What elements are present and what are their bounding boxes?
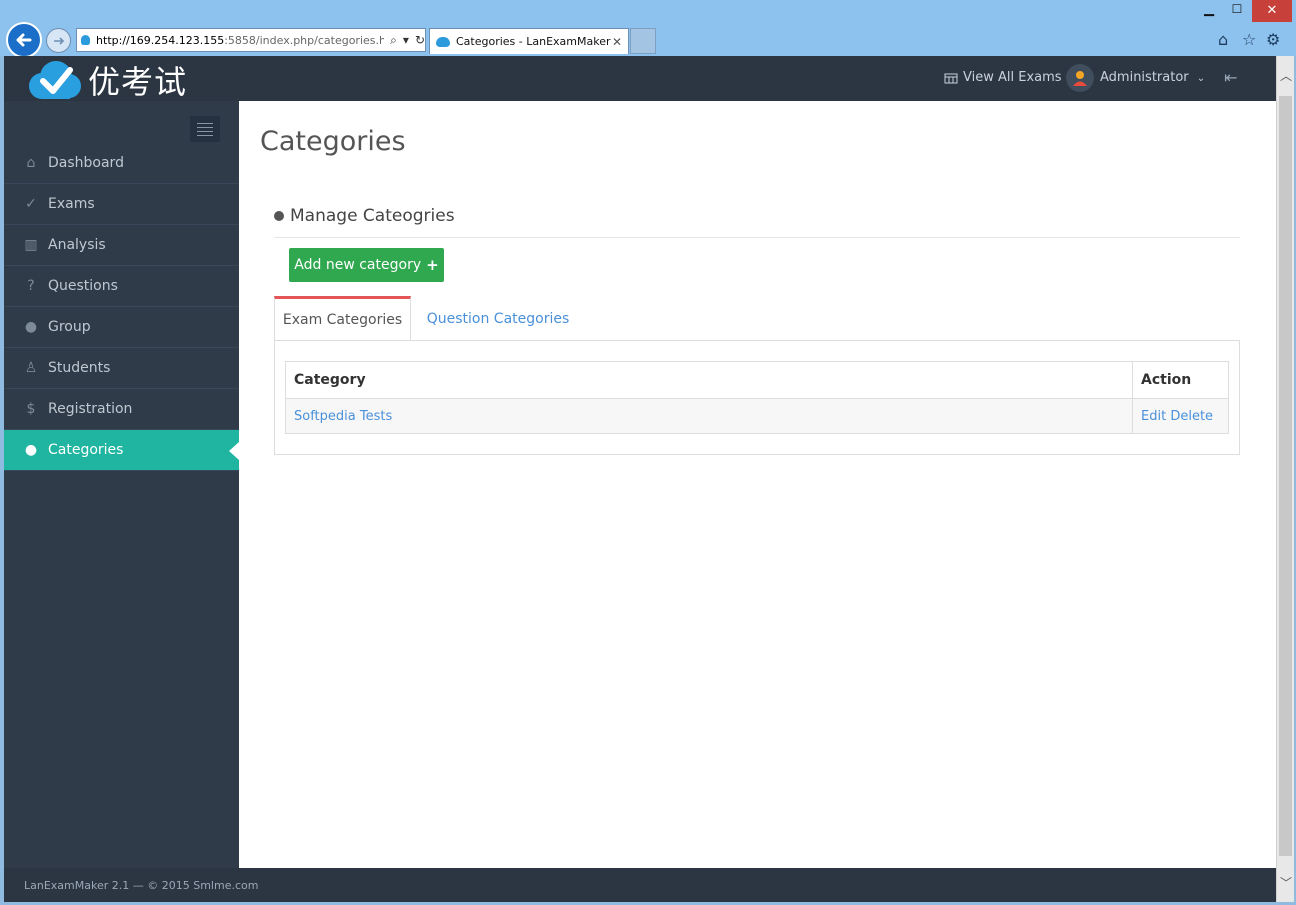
address-bar[interactable]: http://169.254.123.155:5858/index.php/ca…: [76, 28, 426, 52]
view-all-exams-label: View All Exams: [963, 70, 1062, 85]
sidebar-item-questions[interactable]: ? Questions: [4, 266, 239, 307]
footer: LanExamMaker 2.1 — © 2015 Smlme.com: [4, 868, 1276, 902]
search-icon[interactable]: ⌕: [390, 33, 397, 48]
sidebar-item-registration[interactable]: $ Registration: [4, 389, 239, 430]
panel-title: Manage Cateogries: [274, 206, 455, 226]
top-navbar: 优考试 View All Exams Administrator ⌄ ⇤: [4, 56, 1276, 101]
favorites-star-icon[interactable]: ☆: [1242, 30, 1256, 49]
question-circle-icon: ?: [27, 278, 35, 294]
plus-icon: +: [426, 256, 439, 274]
logout-icon[interactable]: ⇤: [1224, 68, 1237, 87]
refresh-icon[interactable]: ↻: [415, 33, 425, 47]
column-header-category: Category: [285, 361, 1133, 399]
view-all-exams-link[interactable]: View All Exams: [944, 70, 1062, 85]
categories-table: Category Action Softpedia Tests Edit Del…: [285, 361, 1229, 434]
home-icon: ⌂: [26, 155, 36, 171]
edit-link[interactable]: Edit: [1141, 409, 1166, 424]
sidebar-item-exams[interactable]: ✓ Exams: [4, 184, 239, 225]
back-button[interactable]: [6, 22, 42, 58]
scroll-thumb[interactable]: [1279, 96, 1292, 856]
sidebar-item-label: Categories: [48, 442, 124, 458]
tab-close-icon[interactable]: ✕: [612, 35, 622, 49]
tab-question-categories[interactable]: Question Categories: [418, 296, 578, 341]
url-path: :5858/index.php/categories.ht: [224, 33, 385, 47]
category-link[interactable]: Softpedia Tests: [285, 398, 1133, 434]
bar-chart-icon: ▥: [24, 237, 38, 253]
users-icon: ●: [24, 442, 38, 458]
settings-gear-icon[interactable]: ⚙: [1266, 30, 1280, 49]
dropdown-icon[interactable]: ▾: [403, 33, 409, 47]
sidebar-item-dashboard[interactable]: ⌂ Dashboard: [4, 143, 239, 184]
table-header-row: Category Action: [285, 361, 1229, 399]
app-window: 优考试 View All Exams Administrator ⌄ ⇤ ⌂ D…: [4, 56, 1276, 902]
scrollbar[interactable]: ︿ ﹀: [1276, 56, 1294, 902]
sidebar-item-analysis[interactable]: ▥ Analysis: [4, 225, 239, 266]
sidebar-item-label: Exams: [48, 196, 95, 212]
sidebar-item-label: Group: [48, 319, 91, 335]
sidebar: ⌂ Dashboard ✓ Exams ▥ Analysis ? Questio…: [4, 101, 239, 868]
logo-text: 优考试: [88, 63, 188, 101]
browser-tab[interactable]: Categories - LanExamMaker ✕: [429, 28, 629, 54]
avatar[interactable]: [1066, 64, 1094, 92]
scroll-up-icon[interactable]: ︿: [1277, 56, 1295, 96]
group-icon: ●: [24, 319, 38, 335]
sidebar-item-students[interactable]: ♙ Students: [4, 348, 239, 389]
page-title: Categories: [260, 126, 406, 157]
sidebar-item-label: Registration: [48, 401, 133, 417]
arrow-left-icon: [16, 33, 32, 47]
logo[interactable]: 优考试: [26, 60, 188, 101]
sidebar-item-group[interactable]: ● Group: [4, 307, 239, 348]
sidebar-item-label: Students: [48, 360, 111, 376]
chevron-down-icon: ⌄: [1196, 73, 1206, 84]
tab-exam-categories[interactable]: Exam Categories: [274, 296, 411, 341]
add-category-label: Add new category: [294, 257, 422, 273]
sidebar-item-label: Dashboard: [48, 155, 124, 171]
close-window-button[interactable]: ✕: [1252, 0, 1292, 22]
scroll-down-icon[interactable]: ﹀: [1277, 864, 1295, 902]
check-circle-icon: ✓: [25, 196, 37, 212]
browser-chrome: http://169.254.123.155:5858/index.php/ca…: [0, 0, 1296, 58]
sidebar-item-categories[interactable]: ● Categories: [4, 430, 239, 471]
column-header-action: Action: [1132, 361, 1229, 399]
sidebar-item-label: Analysis: [48, 237, 106, 253]
tab-title: Categories - LanExamMaker: [456, 35, 611, 48]
table-row: Softpedia Tests Edit Delete: [285, 398, 1229, 434]
forward-button[interactable]: [46, 28, 71, 53]
tab-favicon-icon: [436, 36, 450, 47]
cloud-check-logo-icon: [29, 61, 81, 99]
menu-toggle-button[interactable]: [190, 116, 220, 142]
divider: [274, 237, 1240, 238]
arrow-right-icon: [53, 36, 64, 45]
dollar-icon: $: [26, 401, 36, 417]
add-category-button[interactable]: Add new category +: [289, 248, 444, 282]
user-icon: ♙: [24, 360, 38, 376]
globe-icon: [274, 211, 284, 221]
admin-dropdown[interactable]: Administrator ⌄: [1100, 70, 1205, 85]
user-avatar-icon: [1073, 71, 1087, 86]
site-favicon-icon: [81, 35, 91, 45]
maximize-button[interactable]: ☐: [1224, 2, 1250, 22]
sidebar-item-label: Questions: [48, 278, 118, 294]
calendar-icon: [944, 73, 958, 83]
panel-title-label: Manage Cateogries: [290, 206, 455, 226]
admin-name-label: Administrator: [1100, 70, 1189, 85]
url-host: http://169.254.123.155: [96, 33, 225, 47]
home-icon[interactable]: ⌂: [1218, 30, 1228, 49]
minimize-button[interactable]: ▁: [1196, 2, 1222, 22]
new-tab-button[interactable]: [630, 28, 656, 54]
action-cell: Edit Delete: [1132, 398, 1229, 434]
delete-link[interactable]: Delete: [1170, 409, 1213, 424]
